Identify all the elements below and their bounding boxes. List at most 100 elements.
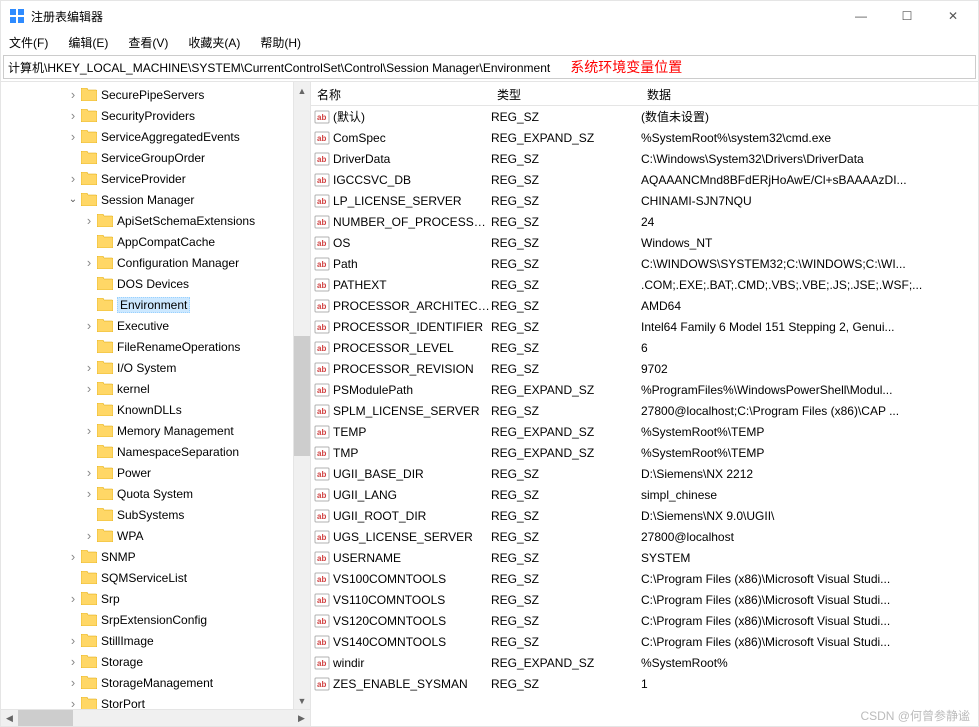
tree-item-appcompatcache[interactable]: AppCompatCache: [1, 231, 310, 252]
header-type[interactable]: 类型: [491, 82, 641, 105]
header-name[interactable]: 名称: [311, 82, 491, 105]
tree-item-srpextensionconfig[interactable]: SrpExtensionConfig: [1, 609, 310, 630]
value-row[interactable]: abPROCESSOR_IDENTIFIERREG_SZIntel64 Fami…: [311, 316, 978, 337]
value-row[interactable]: abNUMBER_OF_PROCESSORSREG_SZ24: [311, 211, 978, 232]
value-data: Intel64 Family 6 Model 151 Stepping 2, G…: [641, 320, 978, 334]
value-row[interactable]: abwindirREG_EXPAND_SZ%SystemRoot%: [311, 652, 978, 673]
tree-item-filerenameoperations[interactable]: FileRenameOperations: [1, 336, 310, 357]
chevron-right-icon[interactable]: ›: [81, 465, 97, 480]
tree-item-executive[interactable]: ›Executive: [1, 315, 310, 336]
menu-收藏夹(A)[interactable]: 收藏夹(A): [184, 32, 244, 53]
value-row[interactable]: abSPLM_LICENSE_SERVERREG_SZ27800@localho…: [311, 400, 978, 421]
value-row[interactable]: ab(默认)REG_SZ(数值未设置): [311, 106, 978, 127]
address-bar[interactable]: 计算机\HKEY_LOCAL_MACHINE\SYSTEM\CurrentCon…: [3, 55, 976, 79]
chevron-right-icon[interactable]: ›: [81, 213, 97, 228]
tree-item-power[interactable]: ›Power: [1, 462, 310, 483]
menu-文件(F)[interactable]: 文件(F): [5, 32, 52, 53]
value-row[interactable]: abLP_LICENSE_SERVERREG_SZCHINAMI-SJN7NQU: [311, 190, 978, 211]
tree-item-i-o-system[interactable]: ›I/O System: [1, 357, 310, 378]
value-row[interactable]: abTEMPREG_EXPAND_SZ%SystemRoot%\TEMP: [311, 421, 978, 442]
chevron-right-icon[interactable]: ›: [65, 87, 81, 102]
value-row[interactable]: abVS120COMNTOOLSREG_SZC:\Program Files (…: [311, 610, 978, 631]
chevron-right-icon[interactable]: ›: [81, 318, 97, 333]
tree-item-wpa[interactable]: ›WPA: [1, 525, 310, 546]
scroll-thumb[interactable]: [294, 336, 310, 456]
chevron-right-icon[interactable]: ›: [81, 486, 97, 501]
tree-item-namespaceseparation[interactable]: NamespaceSeparation: [1, 441, 310, 462]
value-row[interactable]: abPATHEXTREG_SZ.COM;.EXE;.BAT;.CMD;.VBS;…: [311, 274, 978, 295]
value-row[interactable]: abComSpecREG_EXPAND_SZ%SystemRoot%\syste…: [311, 127, 978, 148]
tree-item-storagemanagement[interactable]: ›StorageManagement: [1, 672, 310, 693]
chevron-right-icon[interactable]: ›: [65, 549, 81, 564]
tree-item-securityproviders[interactable]: ›SecurityProviders: [1, 105, 310, 126]
value-row[interactable]: abUSERNAMEREG_SZSYSTEM: [311, 547, 978, 568]
tree-item-serviceprovider[interactable]: ›ServiceProvider: [1, 168, 310, 189]
chevron-right-icon[interactable]: ›: [65, 129, 81, 144]
scroll-left-icon[interactable]: ◀: [1, 710, 18, 727]
value-row[interactable]: abUGII_BASE_DIRREG_SZD:\Siemens\NX 2212: [311, 463, 978, 484]
chevron-right-icon[interactable]: ›: [81, 423, 97, 438]
tree-scrollbar-horizontal[interactable]: ◀ ▶: [1, 709, 310, 726]
chevron-right-icon[interactable]: ›: [81, 528, 97, 543]
minimize-button[interactable]: —: [838, 1, 884, 31]
tree-item-kernel[interactable]: ›kernel: [1, 378, 310, 399]
chevron-right-icon[interactable]: ›: [65, 675, 81, 690]
menu-帮助(H)[interactable]: 帮助(H): [256, 32, 305, 53]
chevron-down-icon[interactable]: ⌄: [65, 194, 81, 205]
tree-item-servicegrouporder[interactable]: ServiceGroupOrder: [1, 147, 310, 168]
value-type: REG_SZ: [491, 236, 641, 250]
tree-item-quota-system[interactable]: ›Quota System: [1, 483, 310, 504]
tree-item-environment[interactable]: Environment: [1, 294, 310, 315]
value-row[interactable]: abZES_ENABLE_SYSMANREG_SZ1: [311, 673, 978, 694]
value-row[interactable]: abUGII_ROOT_DIRREG_SZD:\Siemens\NX 9.0\U…: [311, 505, 978, 526]
value-row[interactable]: abPROCESSOR_REVISIONREG_SZ9702: [311, 358, 978, 379]
tree-item-knowndlls[interactable]: KnownDLLs: [1, 399, 310, 420]
value-row[interactable]: abPathREG_SZC:\WINDOWS\SYSTEM32;C:\WINDO…: [311, 253, 978, 274]
tree-item-subsystems[interactable]: SubSystems: [1, 504, 310, 525]
header-data[interactable]: 数据: [641, 82, 978, 105]
tree-item-apisetschemaextensions[interactable]: ›ApiSetSchemaExtensions: [1, 210, 310, 231]
tree-item-configuration-manager[interactable]: ›Configuration Manager: [1, 252, 310, 273]
svg-text:ab: ab: [317, 680, 326, 689]
tree-item-srp[interactable]: ›Srp: [1, 588, 310, 609]
scroll-down-icon[interactable]: ▼: [294, 692, 310, 709]
scroll-right-icon[interactable]: ▶: [293, 710, 310, 727]
value-row[interactable]: abPROCESSOR_LEVELREG_SZ6: [311, 337, 978, 358]
chevron-right-icon[interactable]: ›: [65, 171, 81, 186]
value-row[interactable]: abUGII_LANGREG_SZsimpl_chinese: [311, 484, 978, 505]
value-row[interactable]: abVS110COMNTOOLSREG_SZC:\Program Files (…: [311, 589, 978, 610]
chevron-right-icon[interactable]: ›: [65, 108, 81, 123]
tree-item-dos-devices[interactable]: DOS Devices: [1, 273, 310, 294]
chevron-right-icon[interactable]: ›: [65, 633, 81, 648]
tree-item-storage[interactable]: ›Storage: [1, 651, 310, 672]
value-row[interactable]: abVS140COMNTOOLSREG_SZC:\Program Files (…: [311, 631, 978, 652]
chevron-right-icon[interactable]: ›: [81, 360, 97, 375]
value-row[interactable]: abPSModulePathREG_EXPAND_SZ%ProgramFiles…: [311, 379, 978, 400]
value-row[interactable]: abUGS_LICENSE_SERVERREG_SZ27800@localhos…: [311, 526, 978, 547]
close-button[interactable]: ✕: [930, 1, 976, 31]
maximize-button[interactable]: ☐: [884, 1, 930, 31]
value-row[interactable]: abDriverDataREG_SZC:\Windows\System32\Dr…: [311, 148, 978, 169]
value-row[interactable]: abIGCCSVC_DBREG_SZAQAAANCMnd8BFdERjHoAwE…: [311, 169, 978, 190]
tree-item-serviceaggregatedevents[interactable]: ›ServiceAggregatedEvents: [1, 126, 310, 147]
tree-scrollbar-vertical[interactable]: ▲ ▼: [293, 82, 310, 709]
tree-item-stillimage[interactable]: ›StillImage: [1, 630, 310, 651]
scroll-up-icon[interactable]: ▲: [294, 82, 310, 99]
tree-item-securepipeservers[interactable]: ›SecurePipeServers: [1, 84, 310, 105]
tree-item-memory-management[interactable]: ›Memory Management: [1, 420, 310, 441]
value-type: REG_SZ: [491, 320, 641, 334]
menu-编辑(E)[interactable]: 编辑(E): [64, 32, 112, 53]
chevron-right-icon[interactable]: ›: [65, 654, 81, 669]
value-row[interactable]: abOSREG_SZWindows_NT: [311, 232, 978, 253]
tree-item-snmp[interactable]: ›SNMP: [1, 546, 310, 567]
menu-查看(V)[interactable]: 查看(V): [124, 32, 172, 53]
value-row[interactable]: abVS100COMNTOOLSREG_SZC:\Program Files (…: [311, 568, 978, 589]
value-row[interactable]: abTMPREG_EXPAND_SZ%SystemRoot%\TEMP: [311, 442, 978, 463]
chevron-right-icon[interactable]: ›: [81, 255, 97, 270]
tree-item-session-manager[interactable]: ⌄Session Manager: [1, 189, 310, 210]
chevron-right-icon[interactable]: ›: [65, 591, 81, 606]
value-row[interactable]: abPROCESSOR_ARCHITECTU...REG_SZAMD64: [311, 295, 978, 316]
chevron-right-icon[interactable]: ›: [81, 381, 97, 396]
scroll-thumb[interactable]: [18, 710, 73, 726]
tree-item-sqmservicelist[interactable]: SQMServiceList: [1, 567, 310, 588]
